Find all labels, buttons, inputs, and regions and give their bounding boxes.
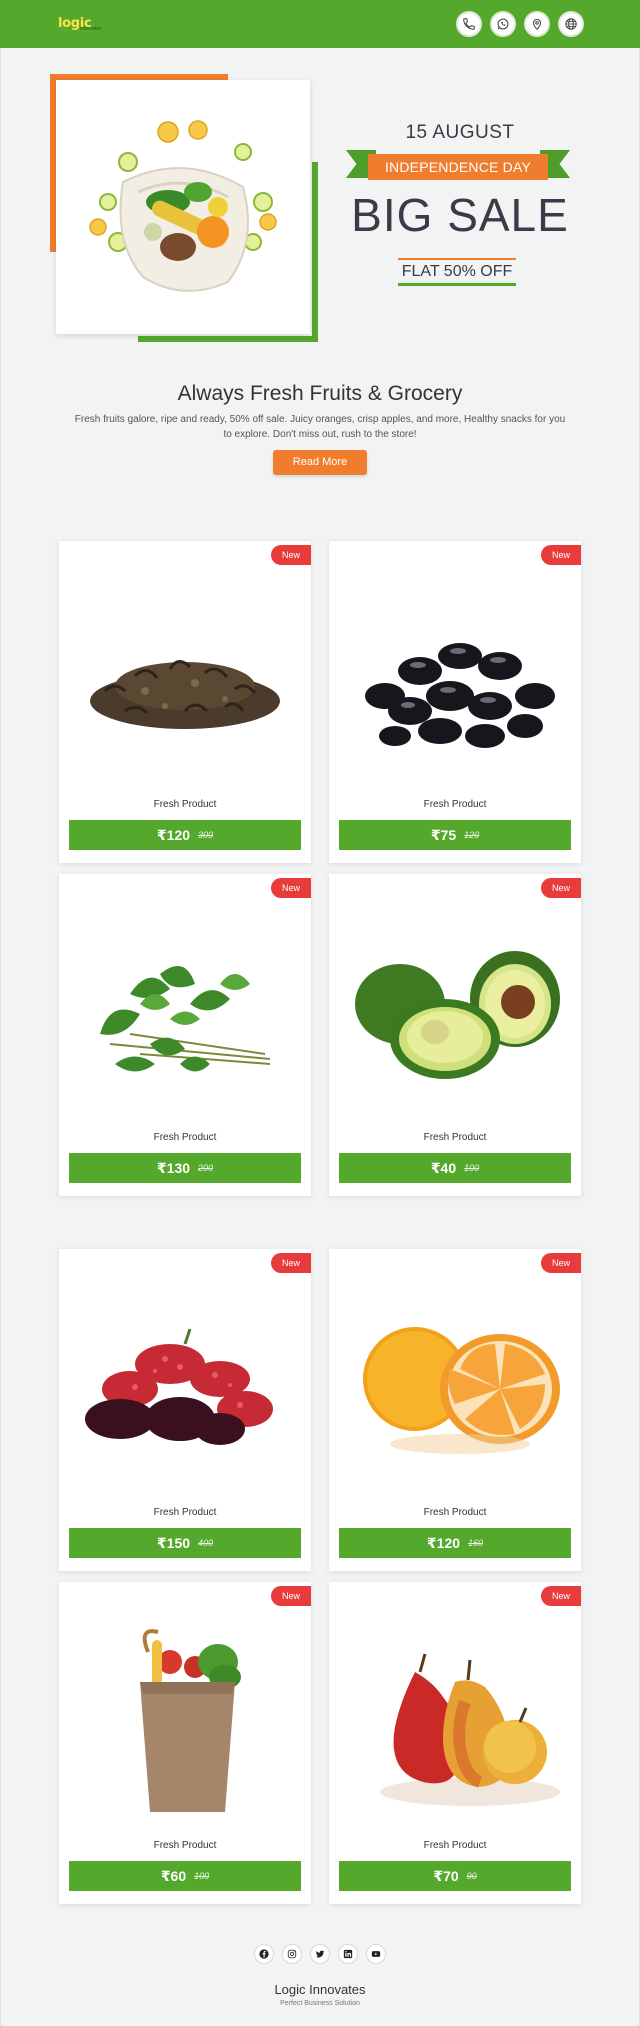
product-card[interactable]: New Fresh Product ₹130 200 — [59, 874, 311, 1196]
social-links — [0, 1944, 640, 1964]
ribbon-label: INDEPENDENCE DAY — [368, 154, 548, 180]
product-card[interactable]: New Fresh Product ₹40 100 — [329, 874, 581, 1196]
price: ₹150 — [156, 1534, 191, 1551]
old-price: 400 — [198, 1538, 214, 1548]
product-card[interactable]: New Fresh Product ₹120 300 — [59, 541, 311, 863]
footer-company-name: Logic Innovates — [274, 1982, 366, 1997]
price: ₹75 — [430, 826, 457, 843]
price-bar[interactable]: ₹40 100 — [339, 1153, 571, 1183]
read-more-button[interactable]: Read More — [273, 450, 367, 475]
hero-image — [56, 80, 310, 334]
product-name: Fresh Product — [153, 1132, 217, 1143]
price-bar[interactable]: ₹75 120 — [339, 820, 571, 850]
price: ₹70 — [433, 1867, 459, 1884]
new-badge: New — [541, 878, 581, 898]
product-card[interactable]: New Fresh Product ₹120 160 — [329, 1249, 581, 1571]
price: ₹40 — [430, 1159, 457, 1176]
price-bar[interactable]: ₹70 90 — [339, 1861, 571, 1891]
new-badge: New — [271, 878, 311, 898]
facebook-icon[interactable] — [254, 1944, 274, 1964]
old-price: 100 — [464, 1163, 480, 1173]
product-image-tea-leaves — [59, 581, 311, 781]
location-pin-icon[interactable] — [524, 11, 550, 37]
new-badge: New — [541, 545, 581, 565]
footer-tagline: Perfect Business Solution — [280, 2000, 360, 2007]
price-bar[interactable]: ₹130 200 — [69, 1153, 301, 1183]
product-image-mulberries — [59, 1289, 311, 1489]
hero-headline: BIG SALE — [351, 189, 569, 241]
product-name: Fresh Product — [423, 799, 487, 810]
globe-icon[interactable] — [558, 11, 584, 37]
price: ₹120 — [156, 826, 191, 843]
whatsapp-icon[interactable] — [490, 11, 516, 37]
price-bar[interactable]: ₹150 400 — [69, 1528, 301, 1558]
hero-date: 15 AUGUST — [405, 122, 515, 143]
intro-title: Always Fresh Fruits & Grocery — [177, 382, 463, 405]
independence-ribbon: INDEPENDENCE DAY — [346, 146, 570, 182]
new-badge: New — [271, 545, 311, 565]
price: ₹130 — [156, 1159, 191, 1176]
product-image-pears — [329, 1622, 581, 1822]
old-price: 200 — [198, 1163, 214, 1173]
header-bar: logic innovates — [0, 0, 640, 48]
product-card[interactable]: New Fresh Product ₹70 90 — [329, 1582, 581, 1904]
product-name: Fresh Product — [153, 1507, 217, 1518]
instagram-icon[interactable] — [282, 1944, 302, 1964]
linkedin-icon[interactable] — [338, 1944, 358, 1964]
price: ₹60 — [160, 1867, 187, 1884]
price: ₹120 — [426, 1534, 461, 1551]
product-image-avocados — [329, 914, 581, 1114]
product-image-oranges — [329, 1289, 581, 1489]
price-bar[interactable]: ₹60 100 — [69, 1861, 301, 1891]
offer-text: FLAT 50% OFF — [398, 258, 516, 286]
product-image-grocery-bag — [59, 1622, 311, 1822]
product-name: Fresh Product — [423, 1132, 487, 1143]
product-card[interactable]: New Fresh Product ₹75 120 — [329, 541, 581, 863]
product-card[interactable]: New Fresh Product ₹60 100 — [59, 1582, 311, 1904]
intro-text: Fresh fruits galore, ripe and ready, 50%… — [74, 414, 566, 440]
logo-subtext: innovates — [80, 26, 102, 32]
old-price: 160 — [468, 1538, 484, 1548]
logo[interactable]: logic innovates — [58, 14, 101, 32]
product-name: Fresh Product — [423, 1507, 487, 1518]
product-image-black-beans — [329, 581, 581, 781]
price-bar[interactable]: ₹120 300 — [69, 820, 301, 850]
old-price: 90 — [466, 1871, 477, 1881]
old-price: 300 — [198, 830, 214, 840]
price-bar[interactable]: ₹120 160 — [339, 1528, 571, 1558]
product-image-leafy-greens — [59, 914, 311, 1114]
old-price: 100 — [194, 1871, 210, 1881]
product-name: Fresh Product — [153, 799, 217, 810]
product-name: Fresh Product — [423, 1840, 487, 1851]
product-card[interactable]: New Fresh Product ₹150 400 — [59, 1249, 311, 1571]
new-badge: New — [541, 1253, 581, 1273]
new-badge: New — [271, 1253, 311, 1273]
youtube-icon[interactable] — [366, 1944, 386, 1964]
new-badge: New — [541, 1586, 581, 1606]
twitter-icon[interactable] — [310, 1944, 330, 1964]
old-price: 120 — [464, 830, 480, 840]
phone-icon[interactable] — [456, 11, 482, 37]
product-name: Fresh Product — [153, 1840, 217, 1851]
new-badge: New — [271, 1586, 311, 1606]
